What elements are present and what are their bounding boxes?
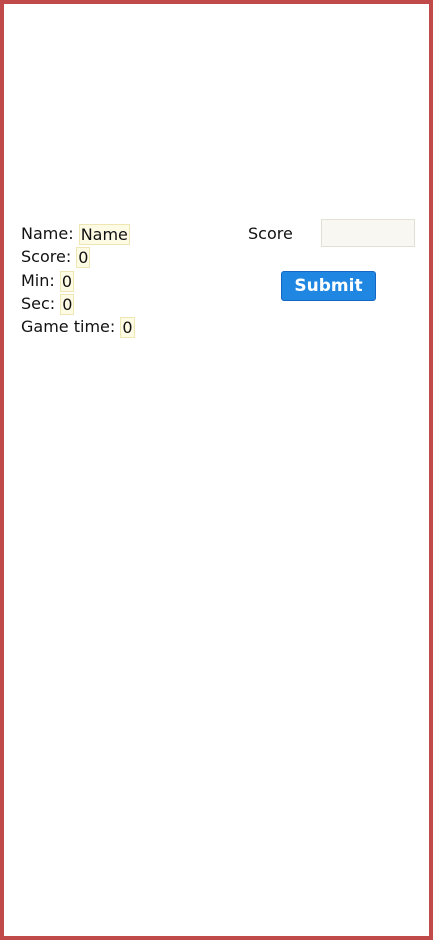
stat-min-row: Min: 0 <box>21 269 135 292</box>
stat-name-row: Name: Name <box>21 222 135 245</box>
game-time-label: Game time: <box>21 317 116 337</box>
score-value: 0 <box>76 247 91 269</box>
game-frame <box>0 0 433 940</box>
name-label: Name: <box>21 224 74 243</box>
sec-label: Sec: <box>21 293 56 313</box>
submit-button[interactable]: Submit <box>281 271 376 301</box>
score-field-label: Score <box>248 224 293 243</box>
min-value: 0 <box>59 270 75 292</box>
stat-game-time-row: Game time: 0 <box>21 315 135 339</box>
sec-value: 0 <box>60 293 75 315</box>
score-input[interactable] <box>321 219 415 247</box>
stat-sec-row: Sec: 0 <box>21 292 135 315</box>
name-value: Name <box>78 224 130 245</box>
min-label: Min: <box>21 270 55 290</box>
game-stats-panel: Name: Name Score: 0 Min: 0 Sec: 0 Game t… <box>21 222 135 339</box>
game-time-value: 0 <box>120 317 135 339</box>
score-label: Score: <box>21 247 72 267</box>
stat-score-row: Score: 0 <box>21 245 135 269</box>
